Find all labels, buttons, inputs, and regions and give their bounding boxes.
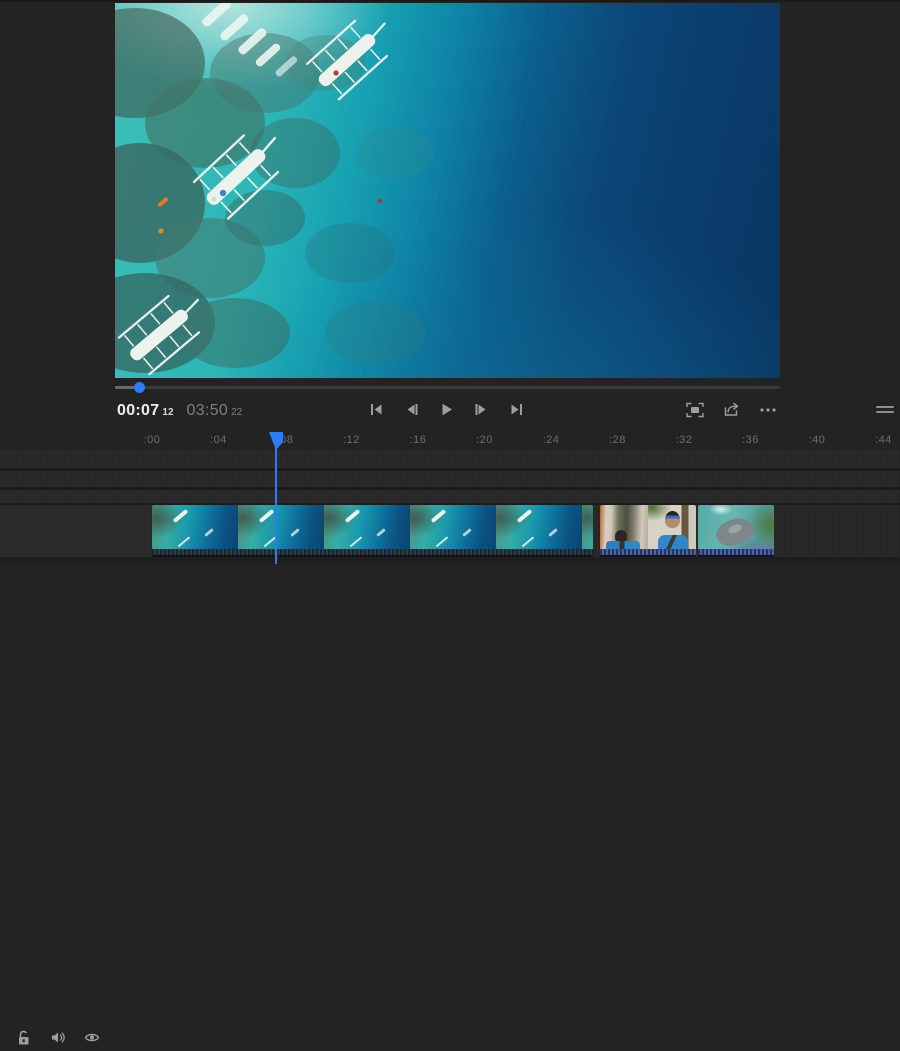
ruler-tick-label: :24	[543, 434, 560, 446]
control-bar: 00:0712 03:5022	[0, 398, 900, 430]
empty-track-lane-2	[0, 471, 900, 487]
timeline-clip-lagoon[interactable]	[698, 505, 774, 557]
skip-to-end-button[interactable]	[509, 402, 524, 417]
clip-thumbnail-lagoon	[698, 505, 774, 549]
ruler-tick-label: :16	[410, 434, 427, 446]
track-header	[0, 505, 150, 557]
step-back-button[interactable]	[404, 402, 419, 417]
empty-track-lane-3	[0, 490, 900, 503]
player-options	[686, 402, 777, 418]
timecode-display: 00:0712 03:5022	[117, 402, 242, 420]
ruler-tick-label: :40	[809, 434, 826, 446]
fullscreen-button[interactable]	[686, 402, 704, 418]
video-preview	[115, 3, 780, 378]
clip-thumbnail-aerial	[238, 505, 324, 549]
audio-waveform	[152, 549, 593, 555]
clip-thumbnail-aerial	[582, 505, 593, 549]
more-options-button[interactable]	[759, 402, 777, 418]
timecode-total: 03:50	[187, 402, 229, 419]
panel-drag-handle-icon[interactable]	[876, 406, 894, 415]
ruler-tick-label: :12	[343, 434, 360, 446]
timeline-clip-people[interactable]	[600, 505, 696, 557]
clip-thumbnail-people-b	[648, 505, 696, 549]
transport-controls	[369, 402, 524, 417]
timeline-bottom-strip	[0, 557, 900, 564]
timecode-current: 00:07	[117, 402, 159, 419]
video-editor-app: 00:0712 03:5022	[0, 0, 900, 564]
timecode-current-frames: 12	[162, 407, 173, 418]
scrubber-thumb[interactable]	[134, 382, 145, 393]
clip-thumbnails	[698, 505, 774, 549]
ruler-tick-label: :44	[875, 434, 892, 446]
preview-scrubber[interactable]	[115, 386, 780, 389]
empty-track-lane-1	[0, 450, 900, 468]
track-lock-icon[interactable]	[16, 1030, 32, 1046]
audio-waveform	[600, 549, 696, 555]
clip-thumbnail-aerial	[152, 505, 238, 549]
clip-thumbnail-people-a	[600, 505, 648, 549]
clip-thumbnails	[152, 505, 593, 549]
ruler-tick-label: :28	[609, 434, 626, 446]
step-forward-button[interactable]	[474, 402, 489, 417]
clip-thumbnail-aerial	[496, 505, 582, 549]
track-visibility-icon[interactable]	[84, 1030, 100, 1046]
track-audio-icon[interactable]	[50, 1030, 66, 1046]
ruler-tick-label: :20	[476, 434, 493, 446]
audio-waveform	[698, 549, 774, 555]
clip-thumbnails	[600, 505, 696, 549]
timeline-ruler[interactable]: :00:04:08:12:16:20:24:28:32:36:40:44	[0, 431, 900, 450]
play-button[interactable]	[439, 402, 454, 417]
playhead-marker[interactable]	[269, 432, 283, 455]
ruler-tick-label: :00	[144, 434, 161, 446]
timeline-clip-aerial[interactable]	[152, 505, 593, 557]
clip-thumbnail-aerial	[324, 505, 410, 549]
export-share-icon[interactable]	[723, 402, 740, 418]
ruler-tick-label: :36	[742, 434, 759, 446]
skip-to-start-button[interactable]	[369, 402, 384, 417]
ruler-tick-label: :04	[210, 434, 227, 446]
ruler-tick-label: :32	[676, 434, 693, 446]
timecode-total-frames: 22	[231, 407, 242, 418]
clip-thumbnail-aerial	[410, 505, 496, 549]
top-edge-strip	[0, 0, 900, 2]
